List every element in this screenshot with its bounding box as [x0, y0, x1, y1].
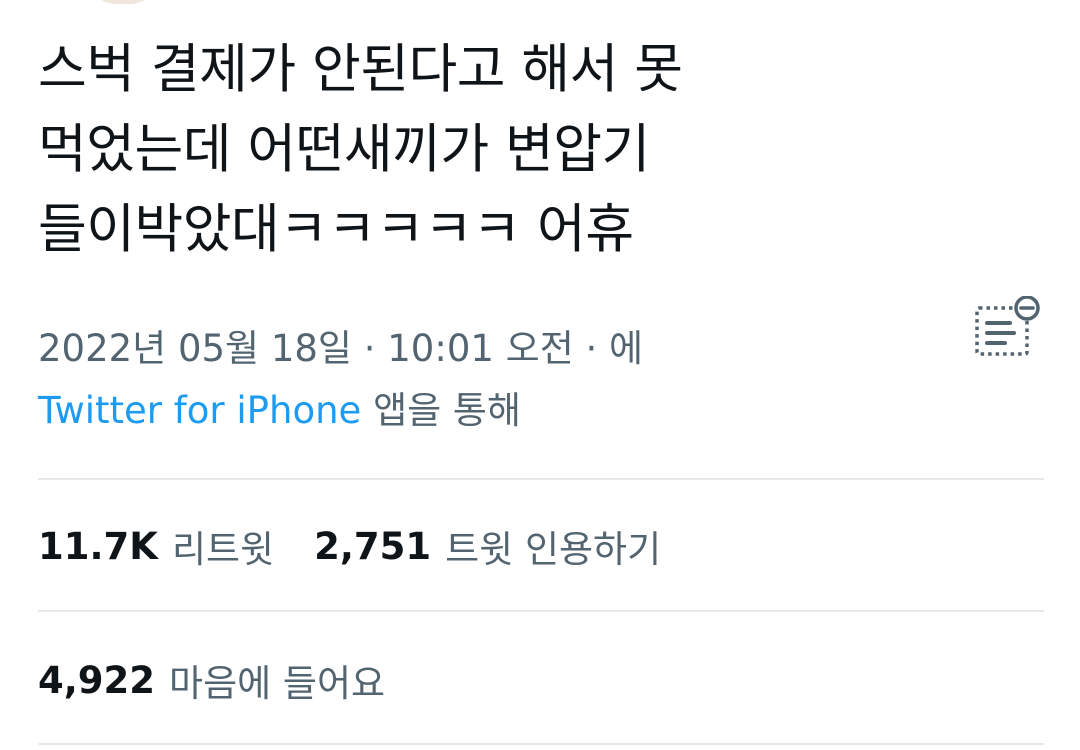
via-suffix: 앱을 통해	[373, 389, 521, 432]
divider	[38, 743, 1044, 745]
timestamp-line: 2022년 05월 18일 · 10:01 오전 · 에	[38, 318, 938, 380]
likes-stats-row: 4,922 마음에 들어요	[38, 650, 425, 710]
separator-dot: ·	[363, 327, 376, 370]
likes-label[interactable]: 마음에 들어요	[169, 653, 385, 707]
tweet-metadata: 2022년 05월 18일 · 10:01 오전 · 에 Twitter for…	[38, 318, 938, 442]
likes-count[interactable]: 4,922	[38, 659, 155, 702]
divider	[38, 610, 1044, 612]
translate-icon	[975, 295, 1040, 356]
avatar[interactable]	[88, 0, 158, 4]
source-line: Twitter for iPhone 앱을 통해	[38, 380, 938, 442]
separator-dot: ·	[585, 327, 598, 370]
via-prefix: 에	[609, 327, 644, 370]
retweets-label[interactable]: 리트윗	[172, 519, 274, 573]
retweets-count[interactable]: 11.7K	[38, 525, 158, 568]
tweet-source-link[interactable]: Twitter for iPhone	[38, 389, 361, 432]
tweet-text: 스벅 결제가 안된다고 해서 못 먹었는데 어떤새끼가 변압기 들이박았대ㅋㅋㅋ…	[38, 39, 683, 260]
quotes-count[interactable]: 2,751	[314, 525, 431, 568]
divider	[38, 478, 1044, 480]
quotes-label[interactable]: 트윗 인용하기	[445, 519, 661, 573]
tweet-time[interactable]: 10:01 오전	[387, 327, 573, 370]
translate-button[interactable]	[970, 295, 1042, 360]
tweet-date[interactable]: 2022년 05월 18일	[38, 327, 352, 370]
engagement-stats-row: 11.7K 리트윗 2,751 트윗 인용하기	[38, 516, 701, 576]
